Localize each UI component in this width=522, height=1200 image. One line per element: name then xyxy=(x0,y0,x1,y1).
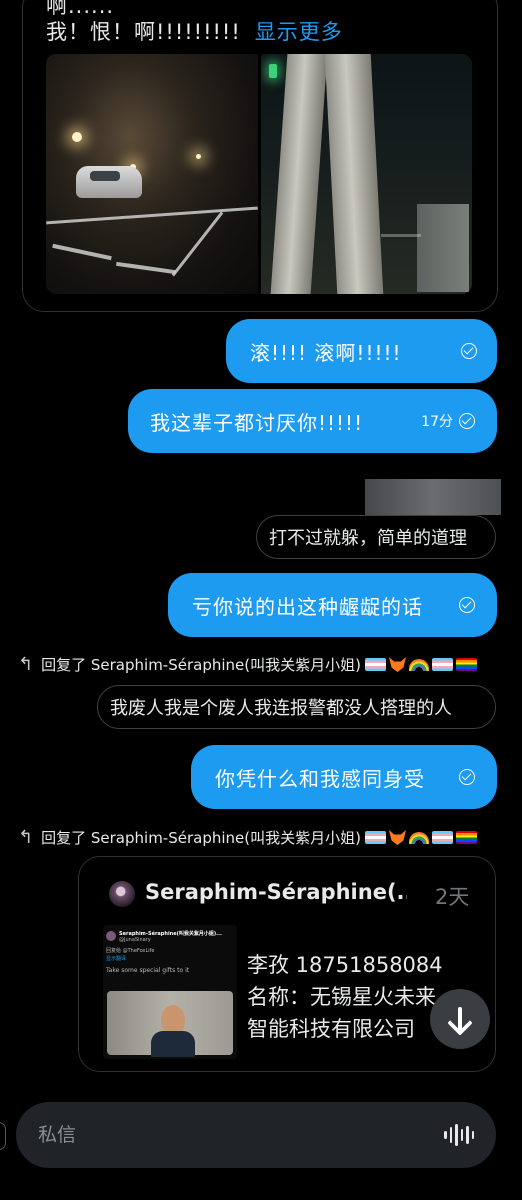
voice-wave-icon[interactable] xyxy=(444,1124,474,1146)
trans-flag-icon xyxy=(364,831,386,844)
quoted-post-time: 2天 xyxy=(435,885,470,909)
incoming-message[interactable]: 我废人我是个废人我连报警都没人搭理的人 xyxy=(97,685,496,729)
traffic-light xyxy=(269,64,277,78)
reply-user[interactable]: Seraphim-Séraphine(叫我关紫月小姐) xyxy=(91,654,361,675)
quoted-post-card[interactable]: Seraphim-Séraphine(... 2天 Seraphim-Sérap… xyxy=(78,856,496,1072)
arrow-down-icon xyxy=(458,1007,462,1031)
pride-flag-icon xyxy=(455,658,477,671)
trans-flag-icon xyxy=(431,658,453,671)
message-input[interactable] xyxy=(38,1124,444,1146)
reply-arrow-icon: ↰ xyxy=(18,654,34,675)
road-marking xyxy=(52,243,112,261)
quoted-post-line: 李孜 18751858084 xyxy=(247,953,443,977)
street-lamp xyxy=(196,154,201,159)
thumb-photo xyxy=(107,991,233,1057)
message-text: 亏你说的出这种龌龊的话 xyxy=(192,594,423,619)
read-check-icon xyxy=(459,597,475,613)
quoted-post-line: 名称：无锡星火未来 xyxy=(247,985,436,1009)
utility-pole xyxy=(324,54,384,294)
fox-icon xyxy=(388,830,406,845)
person-suit xyxy=(151,1031,195,1057)
received-message-line2: 我！恨！啊!!!!!!!!! 显示更多 xyxy=(46,16,343,46)
thumb-caption: Take some special gifts to it xyxy=(106,967,190,974)
reply-prefix: 回复了 xyxy=(41,656,87,674)
pride-flag-icon xyxy=(455,831,477,844)
profile-emojis xyxy=(364,830,477,845)
read-check-icon xyxy=(459,413,475,429)
reply-user[interactable]: Seraphim-Séraphine(叫我关紫月小姐) xyxy=(91,827,361,848)
road-marking xyxy=(171,211,224,277)
thumb-translate: 显示翻译 xyxy=(106,956,127,962)
reply-context: ↰ 回复了 Seraphim-Séraphine(叫我关紫月小姐) xyxy=(18,654,477,675)
incoming-message[interactable]: 打不过就躲，简单的道理 xyxy=(256,515,496,559)
trans-flag-icon xyxy=(364,658,386,671)
quoted-post-author: Seraphim-Séraphine(... xyxy=(145,880,407,904)
message-text: 滚!!!! 滚啊!!!!! xyxy=(250,340,402,365)
outgoing-message[interactable]: 滚!!!! 滚啊!!!!! xyxy=(226,319,497,383)
thumb-handle: @JunaSinary xyxy=(119,937,151,943)
message-time: 17分 xyxy=(421,414,453,430)
received-message-text: 我！恨！啊!!!!!!!!! xyxy=(46,20,241,44)
road-marking xyxy=(381,234,421,237)
thumb-reply: 回复给 @TheFoxLife xyxy=(106,948,155,954)
thumb-author: Seraphim-Séraphine(叫我关紫月小姐)... xyxy=(119,931,222,937)
rainbow-icon xyxy=(408,658,429,671)
outgoing-message[interactable]: 亏你说的出这种龌龊的话 xyxy=(168,573,497,637)
electrical-box xyxy=(417,204,469,292)
photo-street-night[interactable] xyxy=(46,54,258,294)
quoted-post-image[interactable]: Seraphim-Séraphine(叫我关紫月小姐)... @JunaSina… xyxy=(103,925,237,1059)
reply-context: ↰ 回复了 Seraphim-Séraphine(叫我关紫月小姐) xyxy=(18,827,477,848)
redacted-content xyxy=(365,479,501,515)
quoted-post-line: 智能科技有限公司 xyxy=(247,1017,415,1041)
utility-pole xyxy=(270,54,328,294)
message-text: 你凭什么和我感同身受 xyxy=(215,766,425,791)
reply-prefix: 回复了 xyxy=(41,829,87,847)
show-more-link[interactable]: 显示更多 xyxy=(255,20,343,44)
avatar xyxy=(106,931,116,941)
street-lamp xyxy=(72,132,82,142)
read-check-icon xyxy=(459,769,475,785)
photo-utility-pole[interactable] xyxy=(261,54,472,294)
composer-side-button[interactable] xyxy=(0,1122,6,1150)
trans-flag-icon xyxy=(431,831,453,844)
read-check-icon xyxy=(461,343,477,359)
rainbow-icon xyxy=(408,831,429,844)
message-composer xyxy=(16,1102,496,1168)
scroll-to-bottom-button[interactable] xyxy=(430,989,490,1049)
message-text: 我废人我是个废人我连报警都没人搭理的人 xyxy=(110,698,452,719)
reply-arrow-icon: ↰ xyxy=(18,827,34,848)
road-marking xyxy=(116,261,176,275)
message-text: 我这辈子都讨厌你!!!!! xyxy=(150,410,364,435)
road-marking xyxy=(46,206,258,225)
fox-icon xyxy=(388,657,406,672)
white-car xyxy=(76,166,142,198)
message-text: 打不过就躲，简单的道理 xyxy=(269,528,467,549)
avatar[interactable] xyxy=(109,881,135,907)
profile-emojis xyxy=(364,657,477,672)
outgoing-message[interactable]: 你凭什么和我感同身受 xyxy=(191,745,497,809)
outgoing-message[interactable]: 我这辈子都讨厌你!!!!! 17分 xyxy=(128,389,497,453)
